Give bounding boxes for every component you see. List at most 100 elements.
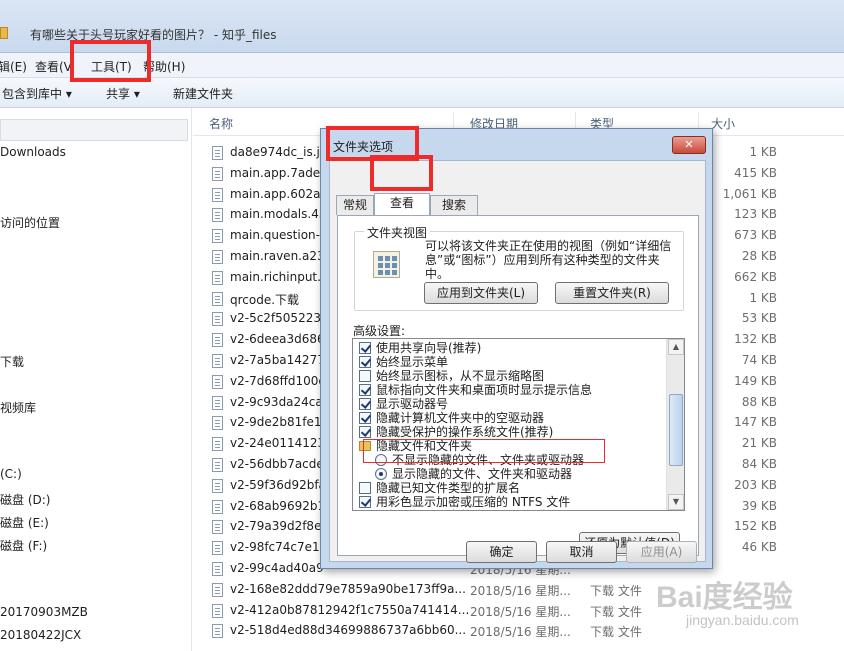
- folder-views-description: 可以将该文件夹正在使用的视图（例如“详细信息”或“图标”）应用到所有这种类型的文…: [425, 239, 672, 281]
- checkbox-icon[interactable]: [359, 426, 371, 438]
- share-button[interactable]: 共享 ▾: [106, 85, 140, 102]
- file-icon: [212, 395, 223, 410]
- setting-label: 显示隐藏的文件、文件夹和驱动器: [392, 467, 573, 481]
- advanced-settings-scrollbar[interactable]: ▲ ▼: [666, 339, 684, 510]
- folder-options-dialog: 文件夹选项 ✕ 常规 查看 搜索 文件夹视图 可以将该文件夹正在使用的视图（例如…: [320, 128, 713, 569]
- file-size: 203 KB: [734, 477, 777, 492]
- menu-edit[interactable]: 辑(E): [0, 58, 27, 75]
- window-title: 有哪些关于头号玩家好看的图片？ - 知乎_files: [30, 28, 277, 42]
- file-icon: [212, 187, 223, 202]
- file-name: v2-168e82ddd79e7859a90be173ff9a...: [230, 581, 466, 596]
- scrollbar-thumb[interactable]: [669, 394, 683, 466]
- file-size: 149 KB: [734, 373, 777, 388]
- scroll-up-icon[interactable]: ▲: [668, 339, 684, 355]
- column-size[interactable]: 大小: [711, 115, 735, 132]
- tab-general[interactable]: 常规: [336, 195, 374, 215]
- nav-item-video-library[interactable]: 视频库: [0, 399, 36, 416]
- nav-item-drive-d[interactable]: 磁盘 (D:): [0, 491, 50, 508]
- file-size: 673 KB: [734, 228, 777, 243]
- file-name: main.app.602ac: [230, 186, 328, 201]
- file-name: main.modals.45: [230, 207, 327, 222]
- file-name: v2-99c4ad40a9: [230, 561, 324, 575]
- nav-item-folder-1[interactable]: 20170903MZB: [0, 605, 88, 619]
- file-name: main.question-r: [230, 228, 325, 243]
- file-name: v2-56dbb7acde: [230, 457, 324, 471]
- watermark-url: jingyan.baidu.com: [686, 612, 799, 628]
- checkbox-icon[interactable]: [359, 384, 371, 396]
- file-icon: [212, 437, 223, 452]
- checkbox-icon[interactable]: [359, 496, 371, 508]
- tab-search[interactable]: 搜索: [430, 195, 478, 215]
- nav-item-drive-f[interactable]: 磁盘 (F:): [0, 537, 47, 554]
- nav-item-downloads[interactable]: Downloads: [0, 145, 66, 159]
- reset-folders-button[interactable]: 重置文件夹(R): [555, 282, 669, 304]
- nav-item-downloads-lib[interactable]: 下载: [0, 353, 24, 370]
- watermark-logo: Bai度经验 jingyan.baidu.com: [656, 572, 836, 642]
- file-size: 1 KB: [749, 290, 777, 305]
- nav-item-recent-places[interactable]: 访问的位置: [0, 214, 60, 231]
- setting-label: 用彩色显示加密或压缩的 NTFS 文件: [376, 495, 571, 509]
- nav-scroll-header: [0, 119, 188, 141]
- checkbox-icon[interactable]: [359, 412, 371, 424]
- checkbox-icon[interactable]: [359, 398, 371, 410]
- apply-to-folders-button[interactable]: 应用到文件夹(L): [424, 282, 538, 304]
- command-toolbar: 包含到库中 ▾ 共享 ▾ 新建文件夹: [0, 78, 844, 108]
- setting-label: 使用共享向导(推荐): [376, 341, 482, 355]
- checkbox-icon[interactable]: [359, 370, 371, 382]
- setting-label: 始终显示图标，从不显示缩略图: [376, 369, 545, 383]
- nav-item-drive-c[interactable]: (C:): [0, 467, 22, 481]
- ok-button[interactable]: 确定: [466, 541, 537, 563]
- nav-item-drive-e[interactable]: 磁盘 (E:): [0, 514, 49, 531]
- file-name: v2-412a0b87812942f1c7550a741414...: [230, 602, 470, 617]
- dialog-body: 常规 查看 搜索 文件夹视图 可以将该文件夹正在使用的视图（例如“详细信息”或“…: [329, 160, 706, 562]
- setting-label: 在标题栏显示完整路径(仅限经典主题): [376, 509, 577, 510]
- highlight-hide-extensions: [363, 439, 605, 463]
- file-icon: [212, 312, 223, 327]
- tab-view[interactable]: 查看: [374, 193, 430, 215]
- checkbox-icon[interactable]: [359, 342, 371, 354]
- scroll-down-icon[interactable]: ▼: [668, 494, 684, 510]
- setting-label: 显示驱动器号: [376, 397, 449, 411]
- close-icon[interactable]: ✕: [672, 136, 706, 154]
- file-size: 21 KB: [741, 436, 777, 451]
- setting-label: 鼠标指向文件夹和桌面项时显示提示信息: [376, 383, 593, 397]
- include-in-library-button[interactable]: 包含到库中 ▾: [2, 85, 72, 102]
- file-size: 1 KB: [749, 145, 777, 159]
- advanced-settings-list[interactable]: 使用共享向导(推荐) 始终显示菜单 始终显示图标，从不显示缩略图 鼠标指向文件夹和桌面…: [352, 338, 685, 511]
- file-icon: [212, 291, 223, 306]
- file-size: 88 KB: [741, 394, 777, 409]
- file-icon: [212, 603, 223, 618]
- checkbox-icon[interactable]: [359, 482, 371, 494]
- cancel-button[interactable]: 取消: [546, 541, 617, 563]
- file-icon: [212, 416, 223, 431]
- file-icon: [212, 374, 223, 389]
- navigation-pane: Downloads 访问的位置 下载 视频库 (C:) 磁盘 (D:) 磁盘 (…: [0, 108, 192, 651]
- file-type: 下载 文件: [590, 625, 642, 640]
- apply-button[interactable]: 应用(A): [626, 541, 697, 563]
- file-icon: [212, 250, 223, 264]
- file-icon: [212, 624, 223, 639]
- new-folder-button[interactable]: 新建文件夹: [173, 85, 233, 102]
- menu-view[interactable]: 查看(V: [35, 58, 72, 75]
- file-icon: [212, 146, 223, 160]
- file-name: v2-6deea3d686: [230, 332, 325, 347]
- setting-label: 隐藏计算机文件夹中的空驱动器: [376, 411, 545, 425]
- file-size: 662 KB: [734, 269, 777, 284]
- file-name: v2-7d68ffd100c: [230, 373, 325, 388]
- nav-item-folder-2[interactable]: 20180422JCX: [0, 628, 81, 642]
- file-name: v2-79a39d2f8e: [230, 519, 322, 534]
- column-name[interactable]: 名称: [209, 115, 233, 132]
- radio-icon[interactable]: [375, 468, 387, 480]
- file-name: main.raven.a23: [230, 249, 325, 263]
- file-type: 下载 文件: [590, 583, 642, 598]
- file-size: 53 KB: [741, 311, 777, 326]
- file-icon: [212, 166, 223, 181]
- file-icon: [212, 541, 223, 556]
- file-size: 132 KB: [734, 332, 777, 347]
- checkbox-icon[interactable]: [359, 356, 371, 368]
- file-date: 2018/5/16 星期...: [470, 625, 571, 640]
- file-size: 39 KB: [741, 498, 777, 513]
- file-size: 28 KB: [741, 249, 777, 263]
- checkbox-icon[interactable]: [359, 510, 371, 511]
- file-name: v2-518d4ed88d34699886737a6bb60...: [230, 623, 467, 638]
